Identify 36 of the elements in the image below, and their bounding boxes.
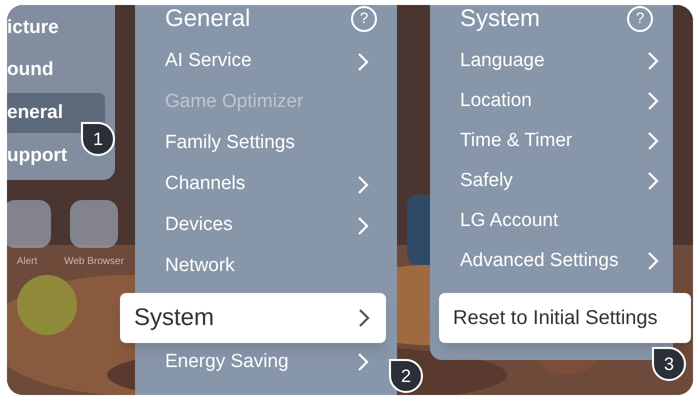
menu-item[interactable]: icture xyxy=(7,7,59,49)
app-label: Alert xyxy=(16,255,38,269)
chevron-icon xyxy=(357,52,369,72)
menu-item[interactable]: Family Settings xyxy=(135,123,383,164)
chevron-icon xyxy=(357,352,369,372)
app-tile[interactable] xyxy=(70,200,118,248)
chevron-icon xyxy=(647,51,659,71)
chevron-icon xyxy=(647,171,659,191)
menu-item[interactable]: Location xyxy=(430,81,673,121)
menu-item[interactable]: Language xyxy=(430,41,673,81)
chevron-icon xyxy=(358,308,370,328)
menu-item[interactable]: ound xyxy=(7,49,54,91)
chevron-icon xyxy=(357,174,369,194)
menu-item[interactable]: Energy Saving xyxy=(135,349,383,375)
chevron-icon xyxy=(647,251,659,271)
menu-item[interactable]: Channels xyxy=(135,164,383,205)
menu-item[interactable]: AI Service xyxy=(135,41,383,82)
menu-item[interactable]: Reset to Initial Settings xyxy=(439,293,691,343)
menu-title: General xyxy=(165,5,250,34)
help-button[interactable]: ? xyxy=(627,6,653,32)
app-label: Web Browser xyxy=(64,255,124,269)
menu-item[interactable]: Time & Timer xyxy=(430,121,673,161)
help-button[interactable]: ? xyxy=(351,6,377,32)
menu-item[interactable]: Devices xyxy=(135,205,383,246)
chevron-icon xyxy=(357,216,369,236)
chevron-icon xyxy=(647,91,659,111)
menu-item[interactable]: Network xyxy=(135,246,383,287)
menu-item[interactable]: Advanced Settings xyxy=(430,241,673,281)
menu-item[interactable]: Safely xyxy=(430,161,673,201)
menu-item[interactable]: System xyxy=(120,293,386,343)
menu-title: System xyxy=(460,5,540,34)
menu-item[interactable]: eneral xyxy=(7,93,105,133)
menu-item[interactable]: upport xyxy=(7,135,68,177)
menu-item[interactable]: LG Account xyxy=(430,201,673,241)
app-tile[interactable] xyxy=(7,200,51,248)
chevron-icon xyxy=(647,131,659,151)
